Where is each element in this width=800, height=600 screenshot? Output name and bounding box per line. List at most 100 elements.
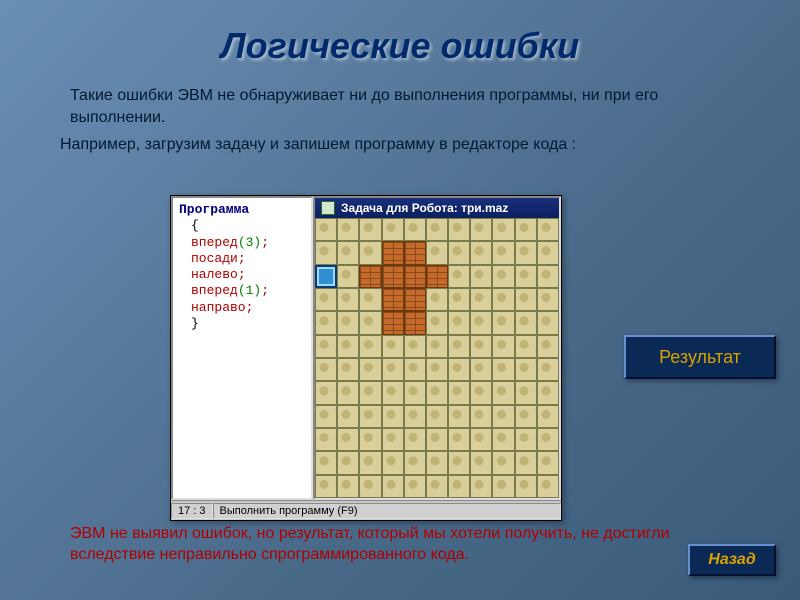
code-editor[interactable]: Программа { вперед(3); посади; налево; в… <box>171 196 313 500</box>
grid-cell <box>470 335 492 358</box>
grid-cell <box>315 428 337 451</box>
grid-cell <box>470 381 492 404</box>
grid-cell <box>315 218 337 241</box>
grid-cell <box>492 265 514 288</box>
grid-cell <box>315 288 337 311</box>
semi-5: ; <box>246 300 254 315</box>
grid-cell <box>515 405 537 428</box>
grid-cell <box>470 451 492 474</box>
grid-cell <box>315 381 337 404</box>
grid-cell <box>470 311 492 334</box>
grid-cell <box>537 288 559 311</box>
grid-cell <box>382 311 404 334</box>
grid-cell <box>492 288 514 311</box>
grid-cell <box>359 311 381 334</box>
page-title: Логические ошибки <box>0 0 800 77</box>
grid-cell <box>515 241 537 264</box>
cmd-right: направо <box>191 300 246 315</box>
grid-cell <box>492 311 514 334</box>
grid-cell <box>337 265 359 288</box>
grid-cell <box>470 288 492 311</box>
grid-cell <box>470 475 492 498</box>
grid-cell <box>382 218 404 241</box>
grid-cell <box>448 265 470 288</box>
grid-cell <box>426 265 448 288</box>
grid-cell <box>515 358 537 381</box>
robot-pane: Задача для Робота: три.maz <box>313 196 561 500</box>
grid-cell <box>515 288 537 311</box>
grid-cell <box>492 335 514 358</box>
grid-cell <box>404 265 426 288</box>
grid-cell <box>315 451 337 474</box>
grid-cell <box>426 241 448 264</box>
grid-cell <box>492 241 514 264</box>
grid-cell <box>359 451 381 474</box>
grid-cell <box>448 241 470 264</box>
grid-cell <box>359 428 381 451</box>
grid-cell <box>537 335 559 358</box>
grid-cell <box>337 335 359 358</box>
grid-cell <box>404 381 426 404</box>
grid-cell <box>359 265 381 288</box>
grid-cell <box>359 475 381 498</box>
grid-cell <box>426 381 448 404</box>
grid-cell <box>426 218 448 241</box>
grid-cell <box>537 241 559 264</box>
grid-cell <box>315 358 337 381</box>
grid-cell <box>537 381 559 404</box>
semi-4: ; <box>261 283 269 298</box>
grid-cell <box>492 358 514 381</box>
result-button[interactable]: Результат <box>624 335 776 379</box>
grid-cell <box>359 358 381 381</box>
robot-app-icon <box>321 201 335 215</box>
grid-cell <box>315 405 337 428</box>
grid-cell <box>515 428 537 451</box>
grid-cell <box>382 381 404 404</box>
semi-2: ; <box>238 251 246 266</box>
grid-cell <box>537 451 559 474</box>
grid-cell <box>448 405 470 428</box>
grid-cell <box>515 381 537 404</box>
grid-cell <box>470 358 492 381</box>
robot-title: Задача для Робота: три.maz <box>341 201 508 215</box>
grid-cell <box>426 358 448 381</box>
grid-cell <box>515 311 537 334</box>
intro-text: Такие ошибки ЭВМ не обнаруживает ни до в… <box>0 77 800 128</box>
footer-text: ЭВМ не выявил ошибок, но результат, кото… <box>70 524 680 566</box>
grid-cell <box>426 451 448 474</box>
grid-cell <box>448 475 470 498</box>
back-button[interactable]: Назад <box>688 544 776 576</box>
grid-cell <box>537 311 559 334</box>
grid-cell <box>404 241 426 264</box>
grid-cell <box>359 288 381 311</box>
grid-cell <box>515 451 537 474</box>
cmd-forward-1: вперед <box>191 235 238 250</box>
semi-1: ; <box>261 235 269 250</box>
grid-cell <box>448 358 470 381</box>
grid-cell <box>382 241 404 264</box>
cmd-left: налево <box>191 267 238 282</box>
brace-close: } <box>191 316 199 331</box>
grid-cell <box>337 475 359 498</box>
grid-cell <box>337 288 359 311</box>
grid-cell <box>382 475 404 498</box>
status-hint: Выполнить программу (F9) <box>213 503 561 519</box>
cmd-forward-2: вперед <box>191 283 238 298</box>
grid-cell <box>359 405 381 428</box>
robot-titlebar: Задача для Робота: три.maz <box>315 198 559 218</box>
grid-cell <box>426 475 448 498</box>
grid-cell <box>315 335 337 358</box>
grid-cell <box>337 428 359 451</box>
grid-cell <box>470 241 492 264</box>
grid-cell <box>404 288 426 311</box>
grid-cell <box>337 405 359 428</box>
grid-cell <box>404 405 426 428</box>
grid-cell <box>359 335 381 358</box>
grid-cell <box>426 311 448 334</box>
brace-open: { <box>191 218 199 233</box>
grid-cell <box>470 265 492 288</box>
grid-cell <box>492 428 514 451</box>
statusbar: 17 : 3 Выполнить программу (F9) <box>171 500 561 520</box>
cmd-plant: посади <box>191 251 238 266</box>
arg-2: (1) <box>238 283 261 298</box>
